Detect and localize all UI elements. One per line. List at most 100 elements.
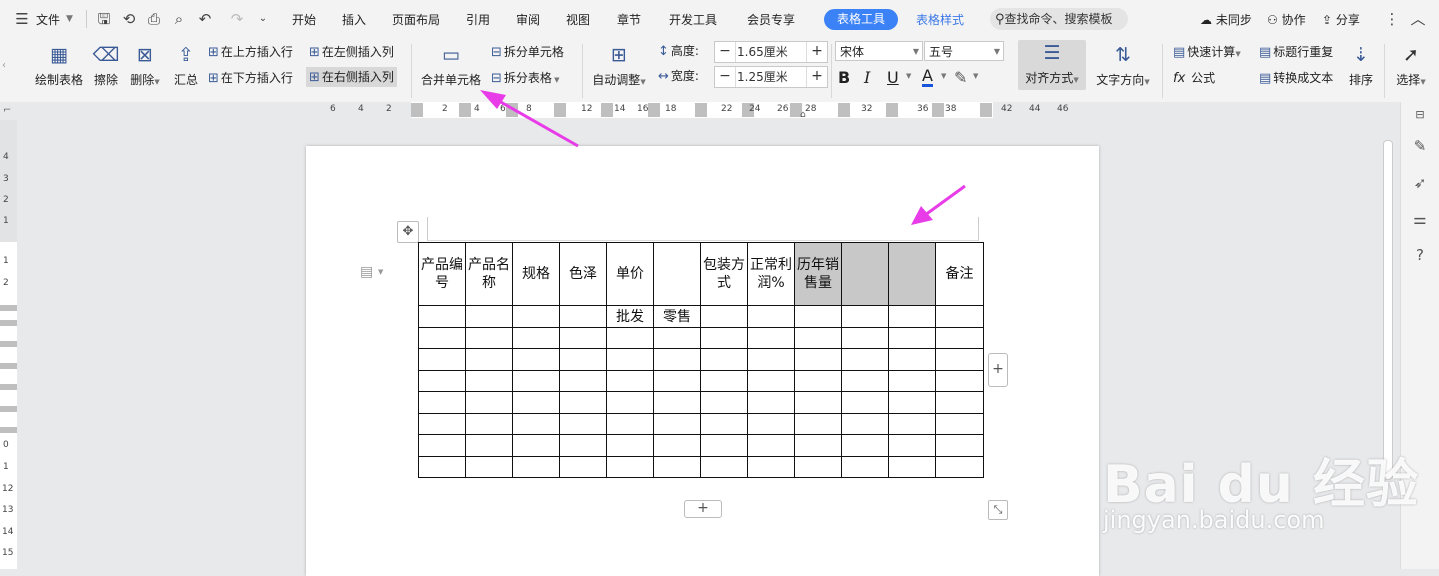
height-value[interactable]: 1.65厘米 <box>737 42 788 62</box>
scrollbar-thumb[interactable] <box>1383 140 1393 480</box>
table-cell[interactable] <box>700 348 748 371</box>
table-cell[interactable]: 色泽 <box>559 242 607 306</box>
tab-stop-icon[interactable]: ⌐ <box>3 105 11 116</box>
table-cell[interactable]: 批发 <box>606 305 654 328</box>
formula-button[interactable]: fx 公式 <box>1173 68 1215 88</box>
table-cell[interactable] <box>606 456 654 478</box>
table-cell[interactable] <box>841 413 889 435</box>
document-table[interactable]: 产品编号 产品名称 规格 色泽 单价 包装方式 正常利润% 历年销售量 备注 批发 零售 <box>418 242 984 478</box>
quick-calc-button[interactable]: ▤ 快速计算▼ <box>1173 42 1241 62</box>
sync-status[interactable]: ☁ 未同步 <box>1200 11 1252 28</box>
pointer-icon[interactable]: ➶ <box>1409 172 1431 194</box>
insert-row-below-button[interactable]: ⊞ 在下方插入行 <box>208 68 293 88</box>
table-cell[interactable]: 正常利润% <box>747 242 795 306</box>
table-cell[interactable] <box>888 370 936 392</box>
table-cell[interactable] <box>700 456 748 478</box>
tab-table-style[interactable]: 表格样式 <box>916 11 964 28</box>
table-cell[interactable] <box>653 242 701 306</box>
width-stepper[interactable]: − 1.25厘米 + <box>714 66 828 88</box>
table-cell[interactable] <box>653 391 701 414</box>
chevron-down-icon[interactable]: ▼ <box>66 14 73 24</box>
table-cell[interactable] <box>512 434 560 457</box>
tab-page-layout[interactable]: 页面布局 <box>392 11 440 28</box>
table-cell[interactable] <box>700 327 748 349</box>
table-cell[interactable]: 产品编号 <box>418 242 466 306</box>
table-cell[interactable] <box>794 434 842 457</box>
table-cell[interactable]: 历年销售量 <box>794 242 842 306</box>
table-cell[interactable] <box>841 348 889 371</box>
table-cell[interactable] <box>653 348 701 371</box>
tab-developer[interactable]: 开发工具 <box>669 11 717 28</box>
increase-height-button[interactable]: + <box>806 42 827 62</box>
italic-icon[interactable]: I <box>864 68 870 87</box>
highlight-icon[interactable]: ✎ <box>954 68 967 87</box>
summary-button[interactable]: ⇪ 汇总 <box>170 42 202 88</box>
table-cell[interactable] <box>512 305 560 328</box>
horizontal-ruler[interactable]: ⌐ 6 4 2 2 4 6 8 12 14 16 18 22 24 26 28 … <box>0 102 1439 120</box>
table-cell[interactable] <box>653 413 701 435</box>
table-cell[interactable] <box>935 370 984 392</box>
table-cell[interactable] <box>841 242 889 306</box>
table-cell[interactable] <box>606 413 654 435</box>
table-cell[interactable] <box>841 305 889 328</box>
more-chevron-icon[interactable]: ⌄ <box>253 9 273 29</box>
table-cell[interactable] <box>465 305 513 328</box>
table-cell[interactable]: 规格 <box>512 242 560 306</box>
table-cell[interactable] <box>418 391 466 414</box>
table-cell[interactable] <box>935 327 984 349</box>
tab-references[interactable]: 引用 <box>466 11 490 28</box>
chevron-down-icon[interactable]: ▼ <box>973 72 978 80</box>
merge-cells-button[interactable]: ▭ 合并单元格 <box>420 42 482 88</box>
insert-col-left-button[interactable]: ⊞ 在左侧插入列 <box>309 42 394 62</box>
table-cell[interactable] <box>841 456 889 478</box>
search-input[interactable]: ⚲查找命令、搜索模板 <box>990 8 1128 30</box>
font-size-select[interactable]: 五号 ▼ <box>924 41 1004 61</box>
table-cell[interactable] <box>606 391 654 414</box>
table-cell[interactable] <box>935 305 984 328</box>
table-cell[interactable] <box>888 391 936 414</box>
height-stepper[interactable]: − 1.65厘米 + <box>714 41 828 63</box>
collapse-ribbon-icon[interactable]: ︿ <box>1408 9 1428 29</box>
table-cell[interactable] <box>606 327 654 349</box>
table-cell[interactable] <box>747 391 795 414</box>
table-cell[interactable] <box>606 348 654 371</box>
table-cell[interactable] <box>559 391 607 414</box>
print-icon[interactable]: ⎙ <box>144 9 164 29</box>
table-cell[interactable] <box>606 370 654 392</box>
text-direction-button[interactable]: ⇅ 文字方向▼ <box>1094 42 1152 88</box>
table-cell[interactable] <box>935 413 984 435</box>
table-cell[interactable] <box>841 327 889 349</box>
table-cell[interactable] <box>606 434 654 457</box>
table-cell[interactable] <box>794 370 842 392</box>
table-cell[interactable] <box>700 434 748 457</box>
table-cell[interactable] <box>888 456 936 478</box>
table-cell[interactable] <box>935 391 984 414</box>
vertical-ruler[interactable]: 4 3 2 1 1 2 0 1 12 13 14 15 <box>0 120 17 569</box>
collab-button[interactable]: ⚇ 协作 <box>1267 11 1306 28</box>
table-cell[interactable] <box>512 413 560 435</box>
font-color-icon[interactable]: A <box>922 67 933 87</box>
ribbon-scroll-left-icon[interactable]: ‹ <box>2 60 6 71</box>
vertical-scrollbar[interactable] <box>1382 140 1393 480</box>
table-cell[interactable] <box>935 456 984 478</box>
hamburger-menu-icon[interactable]: ☰ <box>12 9 32 29</box>
table-cell[interactable] <box>700 370 748 392</box>
table-cell[interactable] <box>888 242 936 306</box>
sort-button[interactable]: ⇣ 排序 <box>1346 42 1376 88</box>
tab-chapter[interactable]: 章节 <box>617 11 641 28</box>
pen-icon[interactable]: ✎ <box>1409 135 1431 157</box>
table-cell[interactable] <box>418 348 466 371</box>
table-cell[interactable] <box>747 456 795 478</box>
delete-button[interactable]: ⊠ 删除▼ <box>127 42 163 88</box>
table-cell[interactable] <box>935 348 984 371</box>
table-cell[interactable] <box>465 370 513 392</box>
table-cell[interactable] <box>465 434 513 457</box>
table-cell[interactable]: 备注 <box>935 242 984 306</box>
table-cell[interactable] <box>512 327 560 349</box>
table-cell[interactable] <box>559 327 607 349</box>
draw-table-button[interactable]: ▦ 绘制表格 <box>33 42 85 88</box>
more-vertical-icon[interactable]: ⋮ <box>1382 9 1402 29</box>
table-cell[interactable] <box>418 413 466 435</box>
table-move-handle-icon[interactable]: ✥ <box>397 221 419 243</box>
table-cell[interactable] <box>794 348 842 371</box>
